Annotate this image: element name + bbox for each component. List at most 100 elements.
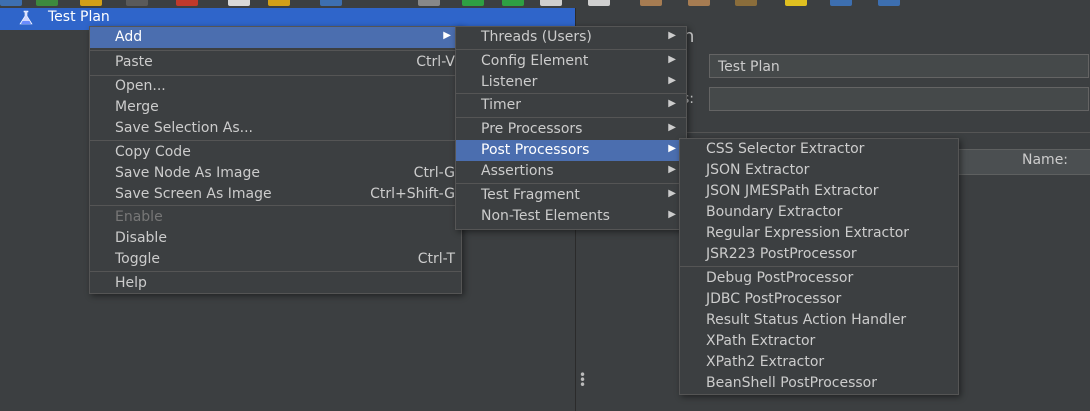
menu-item-pre-processors[interactable]: Pre Processors ▶ — [456, 119, 686, 140]
add-submenu: Threads (Users) ▶ Config Element ▶ Liste… — [455, 26, 687, 230]
menu-item-assertions[interactable]: Assertions ▶ — [456, 161, 686, 182]
copy-icon[interactable] — [228, 0, 250, 6]
comments-field[interactable] — [709, 87, 1089, 111]
function-helper-icon[interactable] — [830, 0, 852, 6]
menu-item-label: CSS Selector Extractor — [706, 141, 865, 157]
expand-icon[interactable] — [320, 0, 342, 6]
menu-item-help[interactable]: Help — [90, 273, 461, 294]
menu-item-json-extractor[interactable]: JSON Extractor — [680, 160, 958, 181]
menu-separator — [456, 93, 686, 94]
paste-icon[interactable] — [268, 0, 290, 6]
menu-item-label: XPath Extractor — [706, 333, 816, 349]
menu-item-label: BeanShell PostProcessor — [706, 375, 877, 391]
menu-item-open[interactable]: Open... — [90, 76, 461, 97]
clear-all-icon[interactable] — [688, 0, 710, 6]
context-menu: Add ▶ Paste Ctrl-V Open... Merge Save Se… — [89, 26, 462, 294]
jmeter-window: Test Plan • • • n Test Plan s: Name: Add ▶… — [0, 0, 1090, 411]
clear-icon[interactable] — [640, 0, 662, 6]
menu-item-add[interactable]: Add ▶ — [90, 27, 461, 48]
menu-item-label: Save Node As Image — [115, 165, 260, 181]
help-icon[interactable] — [878, 0, 900, 6]
post-processors-submenu: CSS Selector Extractor JSON Extractor JS… — [679, 138, 959, 395]
menu-item-save-screen-as-image[interactable]: Save Screen As Image Ctrl+Shift-G — [90, 184, 461, 205]
menu-item-save-selection-as[interactable]: Save Selection As... — [90, 118, 461, 139]
name-field[interactable]: Test Plan — [709, 54, 1089, 78]
menu-separator — [456, 117, 686, 118]
submenu-arrow-icon: ▶ — [668, 30, 676, 41]
menu-item-label: Test Fragment — [481, 187, 580, 203]
menu-item-config-element[interactable]: Config Element ▶ — [456, 51, 686, 72]
menu-item-post-processors[interactable]: Post Processors ▶ — [456, 140, 686, 161]
menu-item-non-test-elements[interactable]: Non-Test Elements ▶ — [456, 206, 686, 227]
menu-item-css-selector-extractor[interactable]: CSS Selector Extractor — [680, 139, 958, 160]
menu-item-accelerator: Ctrl+Shift-G — [370, 186, 455, 202]
search-icon[interactable] — [735, 0, 757, 6]
menu-item-debug-postprocessor[interactable]: Debug PostProcessor — [680, 268, 958, 289]
new-icon[interactable] — [0, 0, 22, 6]
splitter-grip-icon[interactable]: • • • — [579, 369, 586, 393]
menu-item-label: Paste — [115, 54, 153, 70]
menu-item-save-node-as-image[interactable]: Save Node As Image Ctrl-G — [90, 163, 461, 184]
menu-item-label: Save Selection As... — [115, 120, 254, 136]
templates-icon[interactable] — [36, 0, 58, 6]
menu-item-label: Enable — [115, 209, 163, 225]
menu-item-label: Timer — [481, 97, 522, 113]
menu-item-label: JDBC PostProcessor — [706, 291, 842, 307]
menu-item-disable[interactable]: Disable — [90, 228, 461, 249]
reset-search-icon[interactable] — [785, 0, 807, 6]
submenu-arrow-icon: ▶ — [668, 209, 676, 220]
submenu-arrow-icon: ▶ — [668, 75, 676, 86]
menu-item-accelerator: Ctrl-G — [413, 165, 455, 181]
menu-item-accelerator: Ctrl-V — [416, 54, 455, 70]
menu-item-label: Copy Code — [115, 144, 191, 160]
submenu-arrow-icon: ▶ — [668, 98, 676, 109]
submenu-arrow-icon: ▶ — [443, 30, 451, 41]
menu-item-xpath-extractor[interactable]: XPath Extractor — [680, 331, 958, 352]
submenu-arrow-icon: ▶ — [668, 143, 676, 154]
menu-item-label: Listener — [481, 74, 538, 90]
menu-item-json-jmespath-extractor[interactable]: JSON JMESPath Extractor — [680, 181, 958, 202]
start-no-pauses-icon[interactable] — [502, 0, 524, 6]
tree-node-label: Test Plan — [48, 9, 110, 25]
menu-item-beanshell-postprocessor[interactable]: BeanShell PostProcessor — [680, 373, 958, 394]
shutdown-icon[interactable] — [588, 0, 610, 6]
menu-item-boundary-extractor[interactable]: Boundary Extractor — [680, 202, 958, 223]
menu-item-regular-expression-extractor[interactable]: Regular Expression Extractor — [680, 223, 958, 244]
menu-item-listener[interactable]: Listener ▶ — [456, 72, 686, 93]
menu-item-merge[interactable]: Merge — [90, 97, 461, 118]
menu-item-label: Help — [115, 275, 147, 291]
table-header-name: Name: — [1022, 152, 1069, 168]
menu-item-label: Disable — [115, 230, 167, 246]
menu-item-toggle[interactable]: Toggle Ctrl-T — [90, 249, 461, 270]
menu-item-paste[interactable]: Paste Ctrl-V — [90, 52, 461, 73]
menu-item-xpath2-extractor[interactable]: XPath2 Extractor — [680, 352, 958, 373]
save-icon[interactable] — [126, 0, 148, 6]
menu-separator — [90, 271, 461, 272]
menu-item-jdbc-postprocessor[interactable]: JDBC PostProcessor — [680, 289, 958, 310]
toggle-icon[interactable] — [418, 0, 440, 6]
stop-icon[interactable] — [540, 0, 562, 6]
menu-item-label: Regular Expression Extractor — [706, 225, 910, 241]
menu-item-test-fragment[interactable]: Test Fragment ▶ — [456, 185, 686, 206]
menu-separator — [456, 183, 686, 184]
menu-separator — [90, 205, 461, 206]
submenu-arrow-icon: ▶ — [668, 164, 676, 175]
menu-item-label: Merge — [115, 99, 159, 115]
menu-item-label: Non-Test Elements — [481, 208, 610, 224]
menu-item-label: Threads (Users) — [481, 29, 592, 45]
cut-icon[interactable] — [176, 0, 198, 6]
menu-item-label: Config Element — [481, 53, 589, 69]
open-icon[interactable] — [80, 0, 102, 6]
menu-item-result-status-action-handler[interactable]: Result Status Action Handler — [680, 310, 958, 331]
menu-item-copy-code[interactable]: Copy Code — [90, 142, 461, 163]
menu-item-threads-users[interactable]: Threads (Users) ▶ — [456, 27, 686, 48]
menu-item-label: XPath2 Extractor — [706, 354, 825, 370]
menu-item-label: JSR223 PostProcessor — [706, 246, 857, 262]
menu-item-jsr223-postprocessor[interactable]: JSR223 PostProcessor — [680, 244, 958, 265]
menu-item-label: Pre Processors — [481, 121, 583, 137]
start-icon[interactable] — [462, 0, 484, 6]
menu-separator — [456, 49, 686, 50]
menu-item-timer[interactable]: Timer ▶ — [456, 95, 686, 116]
menu-item-enable: Enable — [90, 207, 461, 228]
menu-item-label: Save Screen As Image — [115, 186, 272, 202]
